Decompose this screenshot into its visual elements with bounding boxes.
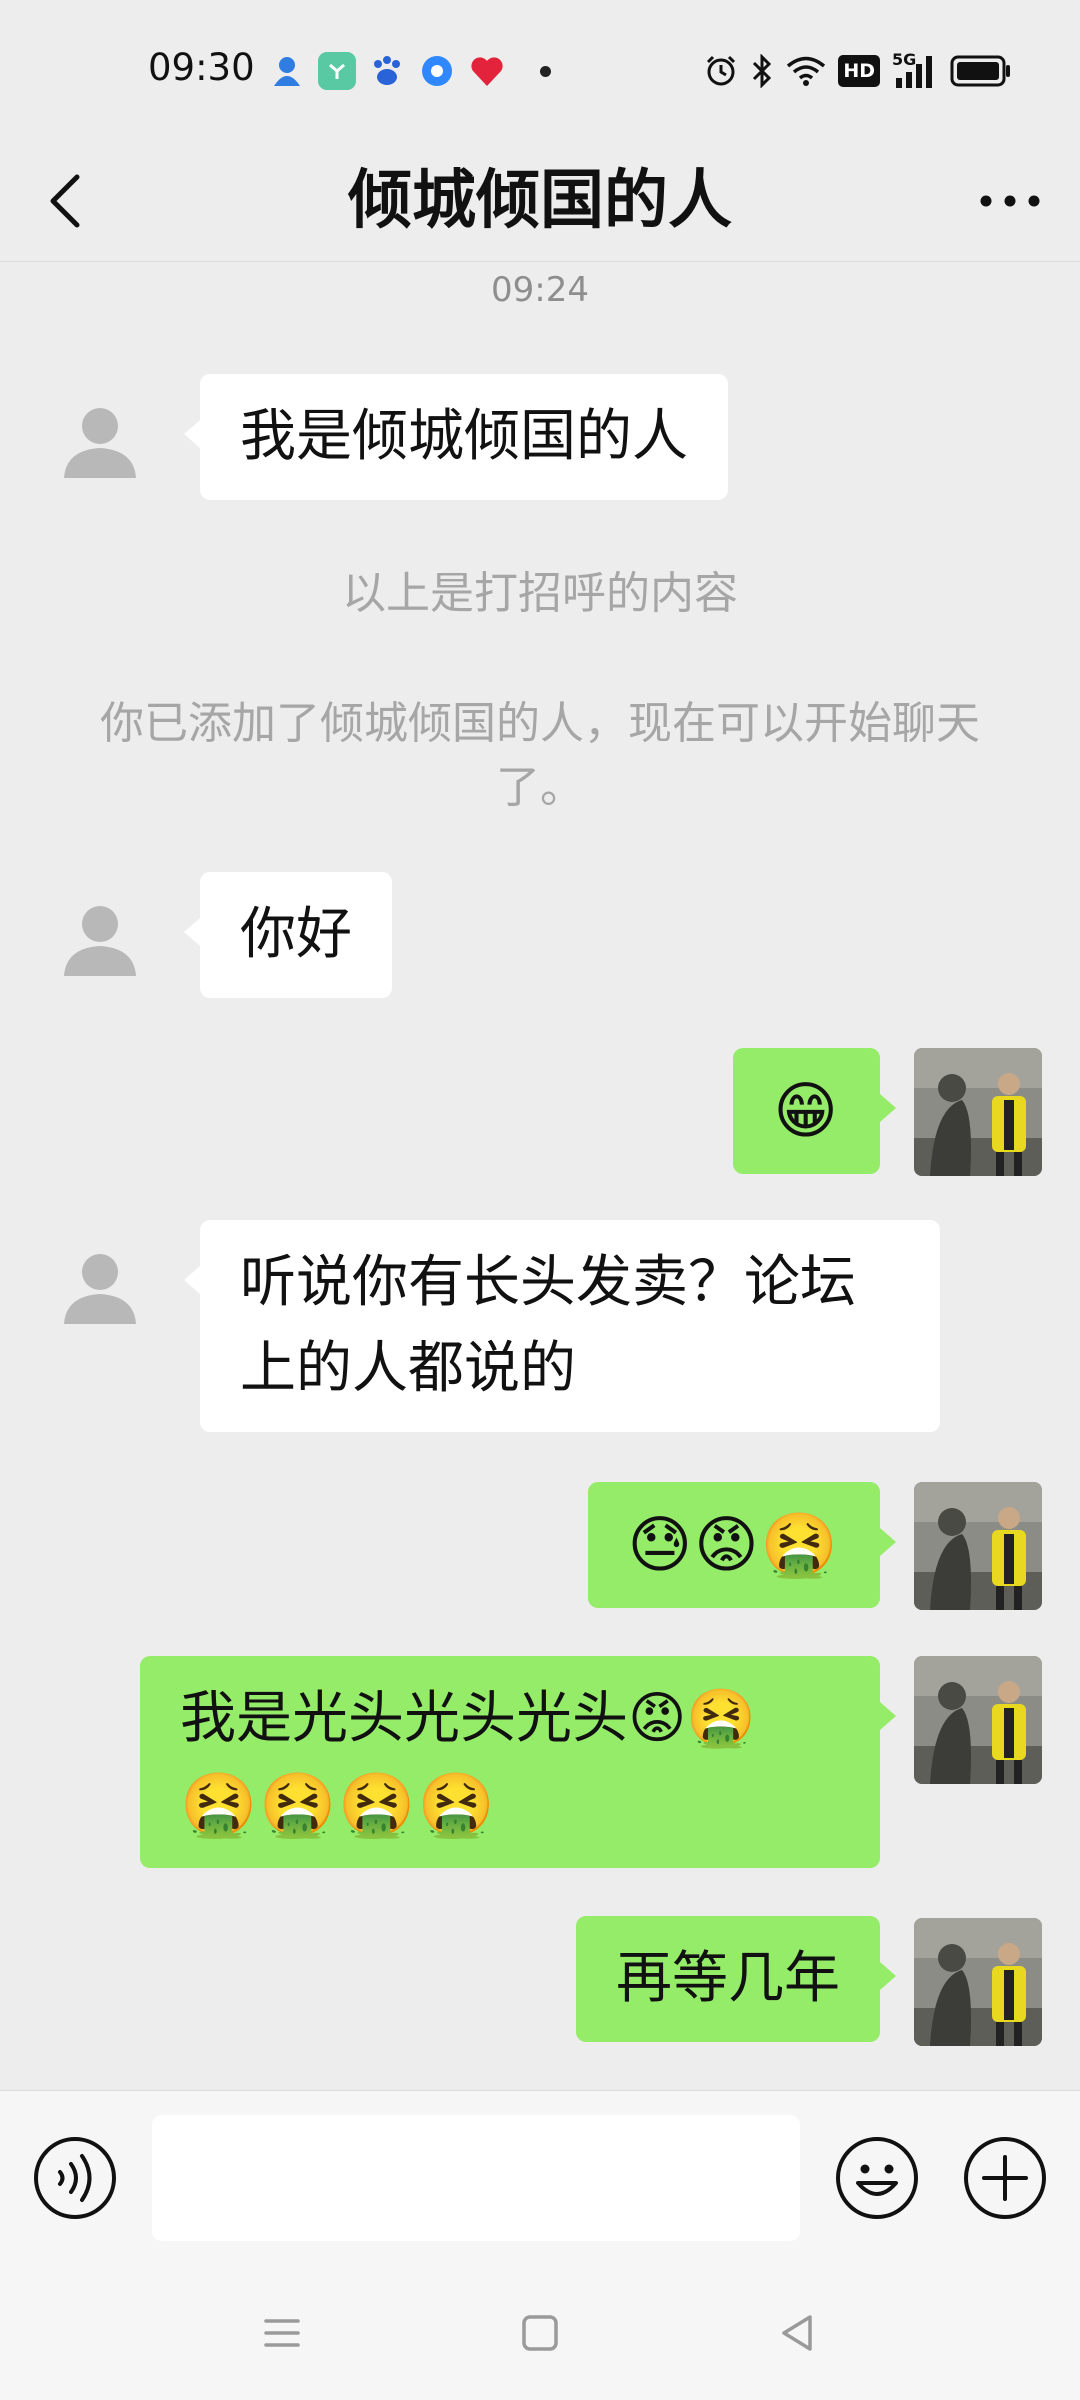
plus-icon bbox=[964, 2137, 1046, 2219]
more-options-button[interactable] bbox=[970, 162, 1050, 240]
more-dots-icon bbox=[980, 195, 1040, 207]
chat-header: 倾城倾国的人 bbox=[0, 140, 1080, 262]
message-text-line: 🤮🤮🤮🤮 bbox=[180, 1768, 497, 1841]
contact-avatar[interactable] bbox=[60, 1246, 140, 1326]
profile-photo bbox=[914, 1918, 1042, 2046]
chat-title: 倾城倾国的人 bbox=[348, 164, 732, 238]
back-icon bbox=[782, 2315, 812, 2351]
status-time: 09:30 bbox=[148, 46, 255, 89]
app-notification-icon bbox=[318, 52, 356, 90]
menu-icon bbox=[264, 2319, 300, 2347]
system-message: 以上是打招呼的内容 bbox=[342, 568, 738, 619]
more-notifications-dot bbox=[540, 65, 551, 77]
profile-photo bbox=[914, 1048, 1042, 1176]
back-button[interactable] bbox=[30, 162, 100, 240]
message-timestamp: 09:24 bbox=[491, 270, 589, 310]
recent-apps-button[interactable] bbox=[242, 2298, 322, 2368]
message-bubble-received[interactable]: 我是倾城倾国的人 bbox=[184, 374, 728, 500]
message-bubble-sent[interactable]: 我是光头光头光头😡🤮 🤮🤮🤮🤮 bbox=[140, 1656, 896, 1868]
baidu-icon bbox=[368, 52, 406, 90]
emoji-icon bbox=[836, 2137, 918, 2219]
alarm-icon bbox=[704, 52, 738, 90]
system-navigation-bar bbox=[0, 2268, 1080, 2400]
message-bubble-sent[interactable]: 再等几年 bbox=[576, 1916, 896, 2042]
contact-avatar[interactable] bbox=[60, 898, 140, 978]
hd-icon: HD bbox=[838, 55, 880, 87]
voice-input-button[interactable] bbox=[32, 2135, 118, 2221]
battery-icon bbox=[950, 52, 1012, 90]
system-message: 你已添加了倾城倾国的人，现在可以开始聊天了。 bbox=[100, 698, 980, 813]
notification-icons bbox=[268, 52, 551, 90]
system-icons: HD 5G bbox=[704, 52, 1012, 90]
chat-message-list[interactable]: 09:24 我是倾城倾国的人 以上是打招呼的内容 你已添加了倾城倾国的人，现在可… bbox=[0, 262, 1080, 2090]
self-avatar[interactable] bbox=[914, 1482, 1042, 1610]
bluetooth-icon bbox=[750, 52, 774, 90]
default-avatar-icon bbox=[64, 906, 136, 976]
chevron-left-icon bbox=[50, 174, 80, 228]
signal-5g-icon: 5G bbox=[892, 52, 938, 90]
home-button[interactable] bbox=[500, 2298, 580, 2368]
default-avatar-icon bbox=[64, 1254, 136, 1324]
message-input[interactable] bbox=[152, 2115, 800, 2241]
network-type-label: 5G bbox=[892, 50, 917, 69]
message-bubble-received[interactable]: 你好 bbox=[184, 872, 392, 998]
self-avatar[interactable] bbox=[914, 1918, 1042, 2046]
app-notification-icon bbox=[268, 52, 306, 90]
self-avatar[interactable] bbox=[914, 1656, 1042, 1784]
default-avatar-icon bbox=[64, 408, 136, 478]
home-icon bbox=[522, 2315, 558, 2351]
app-notification-icon bbox=[418, 52, 456, 90]
more-functions-button[interactable] bbox=[962, 2135, 1048, 2221]
message-text-line: 我是光头光头光头😡🤮 bbox=[180, 1686, 757, 1751]
message-input-bar bbox=[0, 2090, 1080, 2268]
wifi-icon bbox=[786, 52, 826, 90]
status-bar: 09:30 HD 5G bbox=[0, 0, 1080, 140]
profile-photo bbox=[914, 1656, 1042, 1784]
profile-photo bbox=[914, 1482, 1042, 1610]
message-bubble-received[interactable]: 听说你有长头发卖？论坛上的人都说的 bbox=[184, 1220, 940, 1432]
system-back-button[interactable] bbox=[758, 2298, 838, 2368]
emoji-button[interactable] bbox=[834, 2135, 920, 2221]
self-avatar[interactable] bbox=[914, 1048, 1042, 1176]
app-notification-icon bbox=[468, 52, 506, 90]
voice-icon bbox=[34, 2137, 116, 2219]
message-bubble-sent[interactable]: 😁 bbox=[733, 1048, 896, 1174]
message-bubble-sent[interactable]: 😓😡🤮 bbox=[587, 1482, 897, 1608]
contact-avatar[interactable] bbox=[60, 400, 140, 480]
